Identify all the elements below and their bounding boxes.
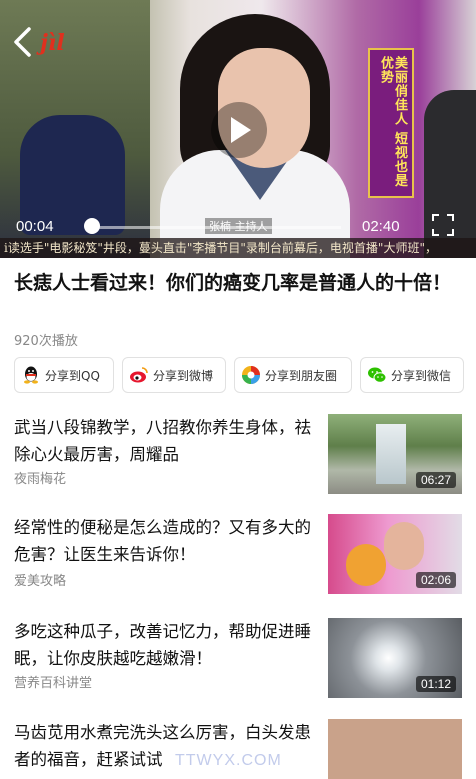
list-item[interactable]: 武当八段锦教学，八招教你养生身体，祛除心火最厉害，周耀品 夜雨梅花 06:27	[14, 414, 464, 514]
play-count: 920次播放	[14, 334, 78, 349]
back-button[interactable]	[12, 26, 42, 60]
share-moments-label: 分享到朋友圈	[265, 368, 338, 383]
share-qq-label: 分享到QQ	[45, 368, 100, 383]
list-item[interactable]: 多吃这种瓜子，改善记忆力，帮助促进睡眠，让你皮肤越吃越嫩滑！ 营养百科讲堂 01…	[14, 618, 464, 718]
rec-title: 经常性的便秘是怎么造成的？又有多大的危害？让医生来告诉你！	[14, 518, 311, 564]
fullscreen-button[interactable]	[432, 214, 454, 236]
watermark: TTWYX.COM	[175, 752, 282, 769]
share-weibo-button[interactable]: 分享到微博	[122, 357, 226, 393]
rec-thumbnail[interactable]	[328, 719, 462, 779]
rec-thumbnail[interactable]: 06:27	[328, 414, 462, 494]
channel-logo: jìl	[40, 30, 65, 56]
share-bar: 分享到QQ 分享到微博 分享到朋友圈 分享到微信	[14, 357, 464, 393]
moments-icon	[242, 366, 260, 384]
rec-duration: 01:12	[415, 676, 456, 692]
progress-bar[interactable]	[86, 226, 341, 229]
rec-thumbnail[interactable]: 02:06	[328, 514, 462, 594]
current-time: 00:04	[16, 218, 54, 235]
rec-duration: 06:27	[415, 472, 456, 488]
rec-title: 武当八段锦教学，八招教你养生身体，祛除心火最厉害，周耀品	[14, 418, 311, 464]
video-title: 长痣人士看过来！你们的癌变几率是普通人的十倍！	[14, 272, 452, 294]
video-frame-dress	[20, 115, 125, 235]
qq-icon	[24, 366, 38, 384]
rec-source: 夜雨梅花	[14, 472, 67, 487]
show-banner-text: 美丽俏佳人 短视也是优势	[378, 56, 407, 188]
back-arrow-icon	[14, 27, 31, 57]
rec-duration: 02:06	[415, 572, 456, 588]
list-item[interactable]: 经常性的便秘是怎么造成的？又有多大的危害？让医生来告诉你！ 爱美攻略 02:06	[14, 514, 464, 614]
play-icon	[231, 117, 251, 143]
rec-thumbnail[interactable]: 01:12	[328, 618, 462, 698]
share-qq-button[interactable]: 分享到QQ	[14, 357, 114, 393]
fullscreen-icon	[432, 214, 454, 236]
video-player[interactable]: 美丽俏佳人 短视也是优势 jìl 张楠 主持人 00:04 02:40 i读选手…	[0, 0, 476, 258]
share-wechat-button[interactable]: 分享到微信	[360, 357, 464, 393]
share-weibo-label: 分享到微博	[153, 368, 214, 383]
weibo-icon	[130, 367, 148, 383]
list-item[interactable]: 马齿苋用水煮完洗头这么厉害，白头发患者的福音，赶紧试试	[14, 719, 464, 779]
wechat-icon	[368, 367, 387, 383]
rec-title: 多吃这种瓜子，改善记忆力，帮助促进睡眠，让你皮肤越吃越嫩滑！	[14, 622, 311, 668]
play-button[interactable]	[211, 102, 267, 158]
rec-source: 营养百科讲堂	[14, 676, 93, 691]
share-wechat-label: 分享到微信	[391, 368, 452, 383]
share-moments-button[interactable]: 分享到朋友圈	[234, 357, 352, 393]
total-time: 02:40	[362, 218, 400, 235]
rec-source: 爱美攻略	[14, 574, 67, 589]
show-banner: 美丽俏佳人 短视也是优势	[368, 48, 414, 198]
news-ticker: i读选手"电影秘笈"井段，蔓头直击"李播节目"录制台前幕后，电视首播"大师班"，	[0, 238, 476, 258]
